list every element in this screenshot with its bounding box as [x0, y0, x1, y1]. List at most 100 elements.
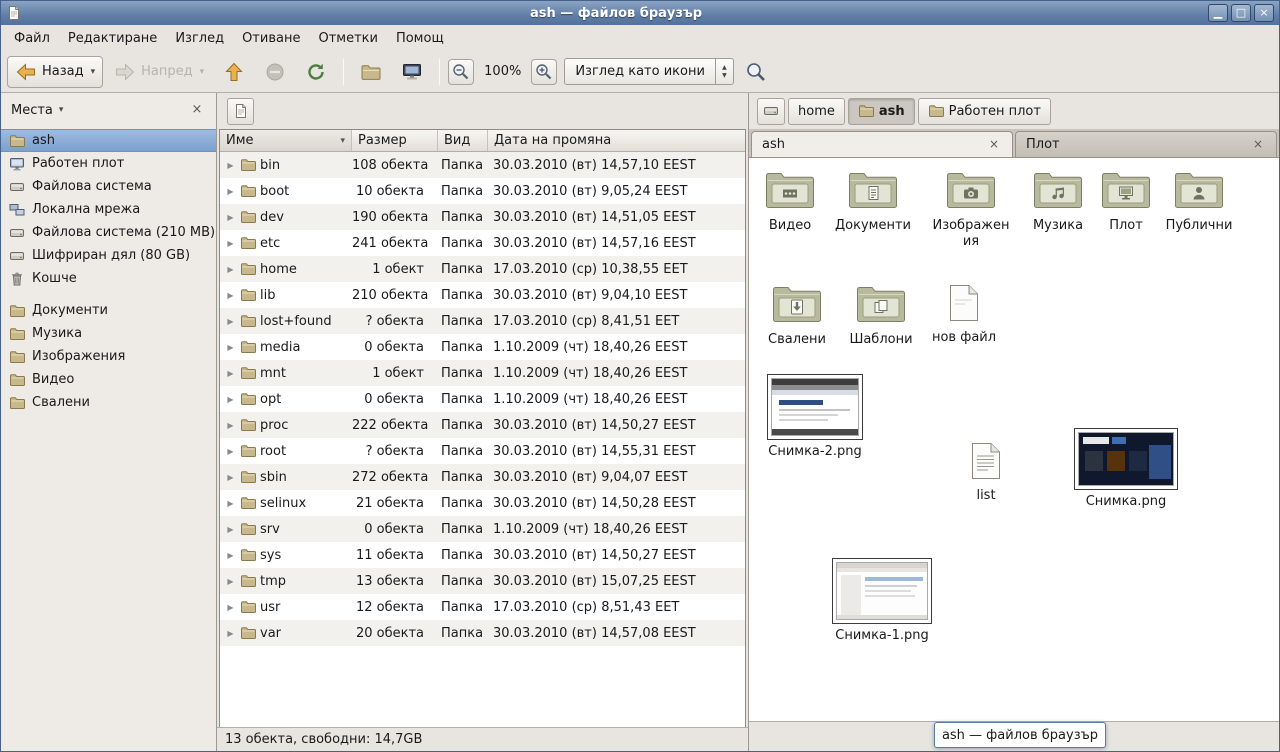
place-item[interactable]: Работен плот: [1, 152, 216, 175]
place-item[interactable]: Файлова система: [1, 175, 216, 198]
file-row[interactable]: ▶srv0 обектаПапка1.10.2009 (чт) 18,40,26…: [220, 516, 745, 542]
file-row[interactable]: ▶sbin272 обектаПапка30.03.2010 (вт) 9,04…: [220, 464, 745, 490]
file-row[interactable]: ▶opt0 обектаПапка1.10.2009 (чт) 18,40,26…: [220, 386, 745, 412]
path-button-home[interactable]: home: [788, 98, 845, 125]
minimize-button[interactable]: ▁: [1208, 4, 1228, 22]
up-button[interactable]: [215, 56, 253, 88]
menu-item[interactable]: Отметки: [309, 25, 386, 51]
expander-icon[interactable]: ▶: [225, 265, 236, 274]
expander-icon[interactable]: ▶: [225, 343, 236, 352]
expander-icon[interactable]: ▶: [225, 317, 236, 326]
expander-icon[interactable]: ▶: [225, 499, 236, 508]
expander-icon[interactable]: ▶: [225, 525, 236, 534]
path-button-desktop[interactable]: Работен плот: [918, 98, 1051, 125]
place-item[interactable]: Видео: [1, 368, 216, 391]
stop-button[interactable]: [256, 56, 294, 88]
place-item[interactable]: Свалени: [1, 391, 216, 414]
home-button[interactable]: [352, 56, 390, 88]
file-row[interactable]: ▶var20 обектаПапка30.03.2010 (вт) 14,57,…: [220, 620, 745, 646]
zoom-out-button[interactable]: [448, 59, 474, 85]
image-file-item[interactable]: Снимка-1.png: [829, 558, 935, 644]
file-row[interactable]: ▶etc241 обектаПапка30.03.2010 (вт) 14,57…: [220, 230, 745, 256]
menu-item[interactable]: Редактиране: [59, 25, 166, 51]
file-row[interactable]: ▶usr12 обектаПапка17.03.2010 (ср) 8,51,4…: [220, 594, 745, 620]
file-row[interactable]: ▶root? обектаПапка30.03.2010 (вт) 14,55,…: [220, 438, 745, 464]
view-mode-select[interactable]: Изглед като икони ▲▼: [564, 58, 734, 85]
place-item[interactable]: Кошче: [1, 267, 216, 290]
tab-close-icon[interactable]: ×: [986, 137, 1002, 153]
zoom-in-button[interactable]: [531, 59, 557, 85]
path-button-ash[interactable]: ash: [848, 98, 915, 125]
expander-icon[interactable]: ▶: [225, 551, 236, 560]
menu-item[interactable]: Изглед: [166, 25, 233, 51]
pane-location-button[interactable]: [227, 98, 254, 125]
expander-icon[interactable]: ▶: [225, 603, 236, 612]
reload-button[interactable]: [297, 56, 335, 88]
file-row[interactable]: ▶tmp13 обектаПапка30.03.2010 (вт) 15,07,…: [220, 568, 745, 594]
expander-icon[interactable]: ▶: [225, 369, 236, 378]
file-row[interactable]: ▶selinux21 обектаПапка30.03.2010 (вт) 14…: [220, 490, 745, 516]
expander-icon[interactable]: ▶: [225, 473, 236, 482]
place-item[interactable]: ash: [1, 129, 216, 152]
file-row[interactable]: ▶mnt1 обектПапка1.10.2009 (чт) 18,40,26 …: [220, 360, 745, 386]
search-button[interactable]: [737, 56, 775, 88]
back-history-dropdown-icon[interactable]: ▾: [89, 67, 96, 77]
expander-icon[interactable]: ▶: [225, 291, 236, 300]
sidebar-mode-dropdown-icon[interactable]: ▾: [57, 105, 64, 115]
place-item[interactable]: Изображения: [1, 345, 216, 368]
expander-icon[interactable]: ▶: [225, 213, 236, 222]
place-item[interactable]: Документи: [1, 299, 216, 322]
menu-item[interactable]: Файл: [5, 25, 59, 51]
folder-item[interactable]: Видео: [751, 170, 829, 234]
expander-icon[interactable]: ▶: [225, 239, 236, 248]
place-item[interactable]: Файлова система (210 MB): [1, 221, 216, 244]
title-bar[interactable]: ash — файлов браузър ▁ □ ×: [1, 1, 1279, 25]
close-button[interactable]: ×: [1254, 4, 1274, 22]
image-file-item[interactable]: Снимка-2.png: [763, 374, 867, 460]
file-row[interactable]: ▶media0 обектаПапка1.10.2009 (чт) 18,40,…: [220, 334, 745, 360]
column-header-modified[interactable]: Дата на промяна: [488, 130, 745, 151]
folder-item[interactable]: Свалени: [758, 284, 836, 348]
menu-item[interactable]: Помощ: [387, 25, 453, 51]
file-item[interactable]: list: [951, 442, 1021, 504]
tab-ash[interactable]: ash ×: [751, 131, 1013, 157]
file-row[interactable]: ▶proc222 обектаПапка30.03.2010 (вт) 14,5…: [220, 412, 745, 438]
tab-plot[interactable]: Плот ×: [1015, 131, 1277, 157]
maximize-button[interactable]: □: [1231, 4, 1251, 22]
forward-button[interactable]: Напред ▾: [106, 56, 212, 88]
folder-item[interactable]: Документи: [831, 170, 915, 234]
expander-icon[interactable]: ▶: [225, 187, 236, 196]
computer-button[interactable]: [393, 56, 431, 88]
file-item[interactable]: нов файл: [929, 284, 999, 346]
expander-icon[interactable]: ▶: [225, 447, 236, 456]
column-header-type[interactable]: Вид: [438, 130, 488, 151]
tab-close-icon[interactable]: ×: [1250, 137, 1266, 153]
file-row[interactable]: ▶bin108 обектаПапка30.03.2010 (вт) 14,57…: [220, 152, 745, 178]
file-row[interactable]: ▶lib210 обектаПапка30.03.2010 (вт) 9,04,…: [220, 282, 745, 308]
expander-icon[interactable]: ▶: [225, 421, 236, 430]
expander-icon[interactable]: ▶: [225, 629, 236, 638]
icon-view[interactable]: ВидеоДокументиИзображенияМузикаПлотПубли…: [749, 158, 1279, 721]
sidebar-close-icon[interactable]: ×: [188, 101, 206, 119]
expander-icon[interactable]: ▶: [225, 577, 236, 586]
folder-item[interactable]: Публични: [1160, 170, 1238, 234]
file-row[interactable]: ▶dev190 обектаПапка30.03.2010 (вт) 14,51…: [220, 204, 745, 230]
menu-item[interactable]: Отиване: [233, 25, 309, 51]
file-row[interactable]: ▶lost+found? обектаПапка17.03.2010 (ср) …: [220, 308, 745, 334]
folder-item[interactable]: Изображения: [931, 170, 1011, 249]
image-file-item[interactable]: Снимка.png: [1071, 428, 1181, 510]
combo-stepper-icon[interactable]: ▲▼: [715, 59, 733, 84]
file-row[interactable]: ▶sys11 обектаПапка30.03.2010 (вт) 14,50,…: [220, 542, 745, 568]
column-header-size[interactable]: Размер: [352, 130, 438, 151]
path-root-button[interactable]: [757, 98, 785, 125]
back-button[interactable]: Назад ▾: [7, 56, 103, 88]
file-row[interactable]: ▶boot10 обектаПапка30.03.2010 (вт) 9,05,…: [220, 178, 745, 204]
place-item[interactable]: Шифриран дял (80 GB): [1, 244, 216, 267]
column-header-name[interactable]: Име ▾: [220, 130, 352, 151]
zoom-level[interactable]: 100%: [477, 64, 528, 79]
folder-item[interactable]: Шаблони: [842, 284, 920, 348]
place-item[interactable]: Локална мрежа: [1, 198, 216, 221]
folder-item[interactable]: Музика: [1022, 170, 1094, 234]
file-row[interactable]: ▶home1 обектПапка17.03.2010 (ср) 10,38,5…: [220, 256, 745, 282]
expander-icon[interactable]: ▶: [225, 395, 236, 404]
